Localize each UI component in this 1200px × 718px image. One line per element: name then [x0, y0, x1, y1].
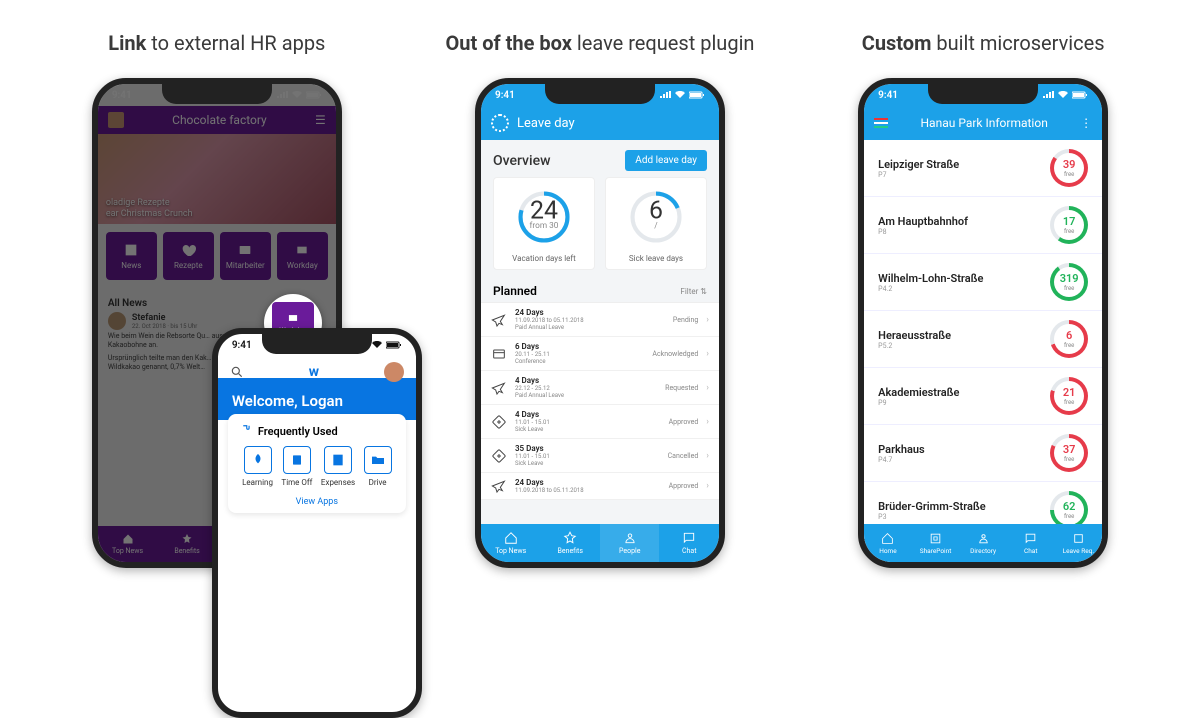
- overview-label: Overview: [493, 153, 550, 169]
- chevron-right-icon: ›: [706, 417, 709, 427]
- sick-icon: [491, 414, 507, 430]
- bottom-nav: Top News Benefits People Chat: [481, 524, 719, 562]
- planned-label: Planned: [493, 284, 537, 298]
- parking-list: Leipziger StraßeP7 39free Am Hauptbahnho…: [864, 140, 1102, 539]
- more-icon[interactable]: ⋮: [1080, 116, 1092, 130]
- svg-text:/: /: [654, 221, 658, 231]
- app-title: Hanau Park Information: [920, 116, 1047, 130]
- menu-icon[interactable]: [874, 118, 888, 128]
- chevron-right-icon: ›: [706, 349, 709, 359]
- app-title: Leave day: [517, 116, 575, 131]
- conf-icon: [491, 346, 507, 362]
- leave-item[interactable]: 24 Days11.09.2018 to 05.11.2018 Approved…: [481, 473, 719, 500]
- workday-logo: w: [309, 364, 319, 380]
- parking-item[interactable]: Am HauptbahnhofP8 17free: [864, 197, 1102, 254]
- nav-sharepoint[interactable]: SharePoint: [912, 524, 960, 562]
- chevron-right-icon: ›: [706, 481, 709, 491]
- app-header: Leave day: [481, 106, 719, 140]
- nav-home[interactable]: Home: [864, 524, 912, 562]
- phone-workday: 9:41 w Welcome, Logan Frequently Used: [212, 328, 422, 718]
- leave-item[interactable]: 6 Days20.11 - 25.11Conference Acknowledg…: [481, 337, 719, 371]
- chevron-right-icon: ›: [706, 315, 709, 325]
- vacation-days-card[interactable]: 24 from 30 Vacation days left: [493, 177, 595, 270]
- nav-chat[interactable]: Chat: [1007, 524, 1055, 562]
- chevron-right-icon: ›: [706, 383, 709, 393]
- phone-park: 9:41 Hanau Park Information ⋮ Leipziger …: [858, 78, 1108, 568]
- plane-icon: [491, 478, 507, 494]
- phone-leave: 9:41 Leave day Overview Add leave day 24…: [475, 78, 725, 568]
- chevron-right-icon: ›: [706, 451, 709, 461]
- planned-list: 24 Days11.09.2018 to 05.11.2018Paid Annu…: [481, 302, 719, 500]
- parking-item[interactable]: Leipziger StraßeP7 39free: [864, 140, 1102, 197]
- app-drive[interactable]: Drive: [364, 446, 392, 487]
- bottom-nav: Home SharePoint Directory Chat Leave Req…: [864, 524, 1102, 562]
- sick-days-card[interactable]: 6 / Sick leave days: [605, 177, 707, 270]
- workday-icon: [286, 311, 300, 325]
- leave-item[interactable]: 24 Days11.09.2018 to 05.11.2018Paid Annu…: [481, 303, 719, 337]
- leave-item[interactable]: 4 Days11.01 - 15.01Sick Leave Approved›: [481, 405, 719, 439]
- parking-item[interactable]: HeraeusstraßeP5.2 6free: [864, 311, 1102, 368]
- leave-item[interactable]: 4 Days22.12 - 25.12Paid Annual Leave Req…: [481, 371, 719, 405]
- user-avatar[interactable]: [384, 362, 404, 382]
- search-icon[interactable]: [230, 365, 244, 379]
- nav-leavereq[interactable]: Leave Req.: [1055, 524, 1103, 562]
- nav-benefits[interactable]: Benefits: [540, 524, 600, 562]
- nav-topnews[interactable]: Top News: [481, 524, 541, 562]
- parking-item[interactable]: ParkhausP4.7 37free: [864, 425, 1102, 482]
- app-expenses[interactable]: Expenses: [321, 446, 355, 487]
- app-header: Hanau Park Information ⋮: [864, 106, 1102, 140]
- app-timeoff[interactable]: Time Off: [281, 446, 312, 487]
- nav-people[interactable]: People: [600, 524, 660, 562]
- heading-col3: Custom built microservices: [862, 30, 1105, 56]
- add-leave-button[interactable]: Add leave day: [625, 150, 707, 171]
- svg-text:from 30: from 30: [530, 221, 559, 231]
- view-apps-link[interactable]: View Apps: [238, 497, 396, 507]
- nav-directory[interactable]: Directory: [959, 524, 1007, 562]
- filter-button[interactable]: Filter ⇅: [680, 287, 707, 296]
- loading-icon: [491, 114, 509, 132]
- heading-col2: Out of the box leave request plugin: [446, 30, 755, 56]
- freq-used-card: Frequently Used Learning Time Off Expens…: [228, 414, 406, 513]
- parking-item[interactable]: Wilhelm-Lohn-StraßeP4.2 319free: [864, 254, 1102, 311]
- leave-item[interactable]: 35 Days11.01 - 15.01Sick Leave Cancelled…: [481, 439, 719, 473]
- parking-item[interactable]: AkademiestraßeP9 21free: [864, 368, 1102, 425]
- sick-icon: [491, 448, 507, 464]
- plane-icon: [491, 380, 507, 396]
- puzzle-icon: [238, 424, 252, 438]
- heading-col1: Link to external HR apps: [108, 30, 325, 56]
- plane-icon: [491, 312, 507, 328]
- nav-chat[interactable]: Chat: [659, 524, 719, 562]
- app-learning[interactable]: Learning: [242, 446, 273, 487]
